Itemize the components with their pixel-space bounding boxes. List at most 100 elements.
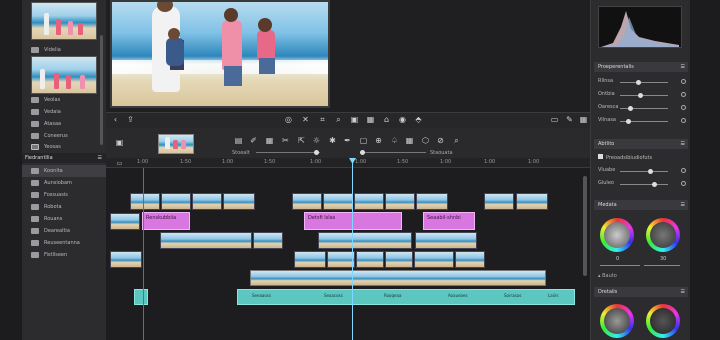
- menu-icon[interactable]: ☰: [98, 155, 102, 161]
- folder-item[interactable]: Fistllseen: [31, 249, 67, 261]
- share-icon[interactable]: ⇪: [126, 115, 135, 124]
- video-clip[interactable]: [516, 193, 548, 210]
- home-icon[interactable]: ⌂: [382, 115, 391, 124]
- property-row[interactable]: Ontbia: [598, 91, 686, 101]
- image-icon[interactable]: ▣: [350, 115, 359, 124]
- slider-knob[interactable]: [314, 150, 319, 155]
- properties-header[interactable]: Proeperentalis ☰: [594, 62, 688, 72]
- zoom-icon[interactable]: ⊕: [374, 136, 383, 145]
- details-wheel-left[interactable]: [600, 304, 634, 338]
- left-scrollbar[interactable]: [100, 35, 103, 145]
- audio-row[interactable]: Giuleo: [598, 180, 686, 190]
- layers-icon[interactable]: ▤: [234, 136, 243, 145]
- video-clip[interactable]: [455, 251, 485, 268]
- folder-item[interactable]: Videlia: [31, 44, 61, 56]
- property-row[interactable]: Oaresca: [598, 104, 686, 114]
- box-icon[interactable]: ▢: [359, 136, 368, 145]
- folder-item[interactable]: Vedaia: [31, 106, 61, 118]
- sun-icon[interactable]: ☼: [312, 136, 321, 145]
- folder-item[interactable]: Dearealtia: [31, 225, 70, 237]
- slider-knob[interactable]: [638, 93, 643, 98]
- brush-icon[interactable]: ✎: [565, 115, 574, 124]
- slider-knob[interactable]: [652, 182, 657, 187]
- reset-icon[interactable]: [681, 92, 686, 97]
- media-thumbnail-1[interactable]: [31, 2, 97, 40]
- video-clip[interactable]: [110, 251, 142, 268]
- property-slider[interactable]: [620, 119, 668, 124]
- fullscreen-icon[interactable]: ▭: [550, 115, 559, 124]
- audio-clip[interactable]: Seeaaoss Seaacoss Rooqeaa Aoaueaes Sorra…: [237, 289, 575, 305]
- magnify-icon[interactable]: ⌕: [452, 136, 461, 145]
- video-clip[interactable]: [192, 193, 222, 210]
- video-clip[interactable]: [385, 193, 415, 210]
- color-wheel-right[interactable]: [646, 218, 680, 252]
- video-preview[interactable]: [110, 0, 330, 108]
- video-clip[interactable]: [356, 251, 384, 268]
- media-header[interactable]: Medata ☰: [594, 200, 688, 210]
- marker-icon[interactable]: ✒: [343, 136, 352, 145]
- video-clip[interactable]: [130, 193, 160, 210]
- reset-icon[interactable]: [681, 79, 686, 84]
- zoom-slider-left[interactable]: [256, 150, 320, 155]
- video-clip[interactable]: [415, 232, 477, 249]
- reset-icon[interactable]: [681, 105, 686, 110]
- details-header[interactable]: Dretails ☰: [594, 287, 688, 297]
- folder-item[interactable]: Fossuasis: [31, 189, 68, 201]
- bug-icon[interactable]: ✱: [328, 136, 337, 145]
- timeline-scrollbar[interactable]: [583, 176, 587, 276]
- timer-icon[interactable]: ◎: [284, 115, 293, 124]
- grid-icon[interactable]: ▦: [366, 115, 375, 124]
- wheel-slider-right[interactable]: [644, 265, 680, 266]
- folder-item[interactable]: Aunsiobam: [31, 177, 72, 189]
- monitor-small-icon[interactable]: ▭: [115, 159, 124, 168]
- close-icon[interactable]: ✕: [301, 115, 310, 124]
- title-clip[interactable]: Seaabil-shnbi: [423, 212, 475, 230]
- video-clip[interactable]: [160, 232, 252, 249]
- menu-icon[interactable]: ☰: [681, 141, 685, 147]
- grid2-icon[interactable]: ▦: [405, 136, 414, 145]
- property-slider[interactable]: [620, 80, 668, 85]
- eraser-icon[interactable]: ⬡: [421, 136, 430, 145]
- audio-checkbox-row[interactable]: Preoadsibiudiofuts: [598, 154, 686, 164]
- search-icon[interactable]: ⌕: [334, 115, 343, 124]
- slider-knob[interactable]: [628, 106, 633, 111]
- video-clip[interactable]: [416, 193, 448, 210]
- video-clip[interactable]: [161, 193, 191, 210]
- video-clip[interactable]: [354, 193, 384, 210]
- menu-icon[interactable]: ☰: [681, 202, 685, 208]
- reset-icon[interactable]: [681, 118, 686, 123]
- menu-icon[interactable]: ☰: [681, 289, 685, 295]
- slider-knob[interactable]: [360, 150, 365, 155]
- video-clip[interactable]: [327, 251, 355, 268]
- audio-slider[interactable]: [620, 182, 668, 187]
- zoom-slider-right[interactable]: [360, 150, 426, 155]
- video-clip[interactable]: [318, 232, 412, 249]
- folder-item[interactable]: Atasaa: [31, 118, 61, 130]
- details-wheel-right[interactable]: [646, 304, 680, 338]
- blade-icon[interactable]: ✂: [281, 136, 290, 145]
- video-clip[interactable]: [414, 251, 454, 268]
- checkbox[interactable]: [598, 154, 603, 159]
- slider-knob[interactable]: [648, 169, 653, 174]
- property-slider[interactable]: [620, 106, 668, 111]
- folder-item[interactable]: Reuseentanna: [31, 237, 80, 249]
- audio-header[interactable]: Abtlito ☰: [594, 139, 688, 149]
- title-clip[interactable]: Renskubbiia: [142, 212, 190, 230]
- audio-slider[interactable]: [620, 169, 668, 174]
- monitor-icon[interactable]: ▣: [115, 138, 124, 147]
- video-clip[interactable]: [385, 251, 413, 268]
- selected-clip-thumbnail[interactable]: [158, 134, 194, 154]
- property-row[interactable]: Rllnsa: [598, 78, 686, 88]
- color-wheel-left[interactable]: [600, 218, 634, 252]
- menu-icon[interactable]: ☰: [681, 64, 685, 70]
- chevron-left-icon[interactable]: ‹: [111, 115, 120, 124]
- title-clip[interactable]: Detsfi lslas: [304, 212, 402, 230]
- audio-row[interactable]: Vluabe: [598, 167, 686, 177]
- video-clip[interactable]: [484, 193, 514, 210]
- reset-icon[interactable]: [681, 168, 686, 173]
- grid-menu-icon[interactable]: ▦: [579, 115, 588, 124]
- pen-icon[interactable]: ⊘: [436, 136, 445, 145]
- cursor-icon[interactable]: ⇱: [297, 136, 306, 145]
- edit-icon[interactable]: ✐: [249, 136, 258, 145]
- tag-icon[interactable]: ⬘: [414, 115, 423, 124]
